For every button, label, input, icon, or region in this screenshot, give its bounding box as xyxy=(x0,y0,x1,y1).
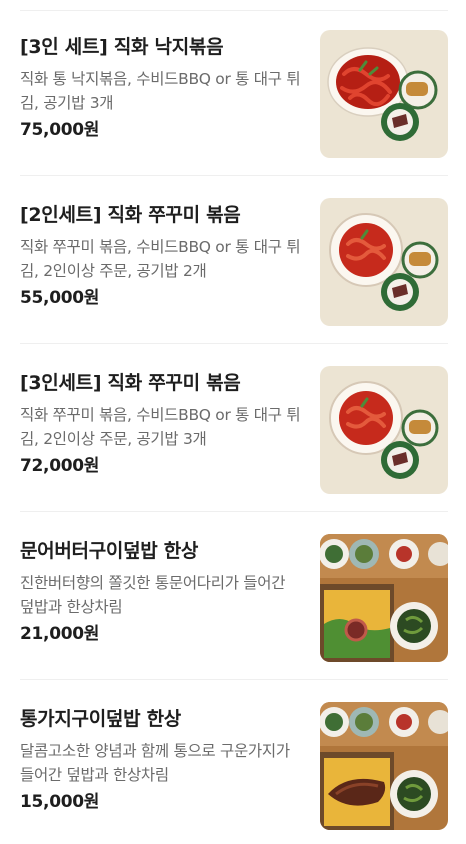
menu-item-text: 문어버터구이덮밥 한상 진한버터향의 쫄깃한 통문어다리가 들어간 덮밥과 한상… xyxy=(20,538,302,645)
menu-item-name: [3인 세트] 직화 낙지볶음 xyxy=(20,36,224,58)
menu-item-name: 문어버터구이덮밥 한상 xyxy=(20,540,199,562)
webfoot-octopus-stirfry-set-image[interactable] xyxy=(320,366,448,494)
divider xyxy=(20,511,448,512)
octopus-butter-rice-tray-image[interactable] xyxy=(320,534,448,662)
menu-item-price: 15,000원 xyxy=(20,792,100,812)
menu-item-name: [2인세트] 직화 쭈꾸미 볶음 xyxy=(20,204,241,226)
food-photo xyxy=(320,198,448,326)
menu-item-text: [3인세트] 직화 쭈꾸미 볶음 직화 쭈꾸미 볶음, 수비드BBQ or 통 … xyxy=(20,370,302,477)
menu-item-price: 75,000원 xyxy=(20,120,100,140)
menu-item[interactable]: [3인 세트] 직화 낙지볶음 직화 통 낙지볶음, 수비드BBQ or 통 대… xyxy=(20,30,448,176)
menu-item-text: 통가지구이덮밥 한상 달콤고소한 양념과 함께 통으로 구운가지가 들어간 덮밥… xyxy=(20,706,302,813)
divider xyxy=(20,679,448,680)
octopus-stirfry-set-image[interactable] xyxy=(320,30,448,158)
food-photo xyxy=(320,30,448,158)
menu-item-description: 직화 쭈꾸미 볶음, 수비드BBQ or 통 대구 튀김, 2인이상 주문, 공… xyxy=(20,238,301,280)
webfoot-octopus-stirfry-set-image[interactable] xyxy=(320,198,448,326)
menu-item[interactable]: 문어버터구이덮밥 한상 진한버터향의 쫄깃한 통문어다리가 들어간 덮밥과 한상… xyxy=(20,534,448,680)
menu-item-description: 진한버터향의 쫄깃한 통문어다리가 들어간 덮밥과 한상차림 xyxy=(20,574,286,616)
menu-item[interactable]: [3인세트] 직화 쭈꾸미 볶음 직화 쭈꾸미 볶음, 수비드BBQ or 통 … xyxy=(20,366,448,512)
menu-item-description: 직화 쭈꾸미 볶음, 수비드BBQ or 통 대구 튀김, 2인이상 주문, 공… xyxy=(20,406,301,448)
divider xyxy=(20,343,448,344)
divider xyxy=(20,175,448,176)
food-photo xyxy=(320,702,448,830)
food-photo xyxy=(320,366,448,494)
divider xyxy=(20,10,448,11)
menu-item-description: 직화 통 낙지볶음, 수비드BBQ or 통 대구 튀김, 공기밥 3개 xyxy=(20,70,301,112)
menu-item-name: 통가지구이덮밥 한상 xyxy=(20,708,181,730)
menu-item[interactable]: [2인세트] 직화 쭈꾸미 볶음 직화 쭈꾸미 볶음, 수비드BBQ or 통 … xyxy=(20,198,448,344)
menu-item-text: [3인 세트] 직화 낙지볶음 직화 통 낙지볶음, 수비드BBQ or 통 대… xyxy=(20,34,302,141)
menu-item-text: [2인세트] 직화 쭈꾸미 볶음 직화 쭈꾸미 볶음, 수비드BBQ or 통 … xyxy=(20,202,302,309)
menu-item-price: 21,000원 xyxy=(20,624,100,644)
grilled-eggplant-rice-tray-image[interactable] xyxy=(320,702,448,830)
menu-item[interactable]: 통가지구이덮밥 한상 달콤고소한 양념과 함께 통으로 구운가지가 들어간 덮밥… xyxy=(20,702,448,830)
food-photo xyxy=(320,534,448,662)
menu-item-price: 72,000원 xyxy=(20,456,100,476)
menu-item-price: 55,000원 xyxy=(20,288,100,308)
menu-item-name: [3인세트] 직화 쭈꾸미 볶음 xyxy=(20,372,241,394)
menu-item-description: 달콤고소한 양념과 함께 통으로 구운가지가 들어간 덮밥과 한상차림 xyxy=(20,742,290,784)
